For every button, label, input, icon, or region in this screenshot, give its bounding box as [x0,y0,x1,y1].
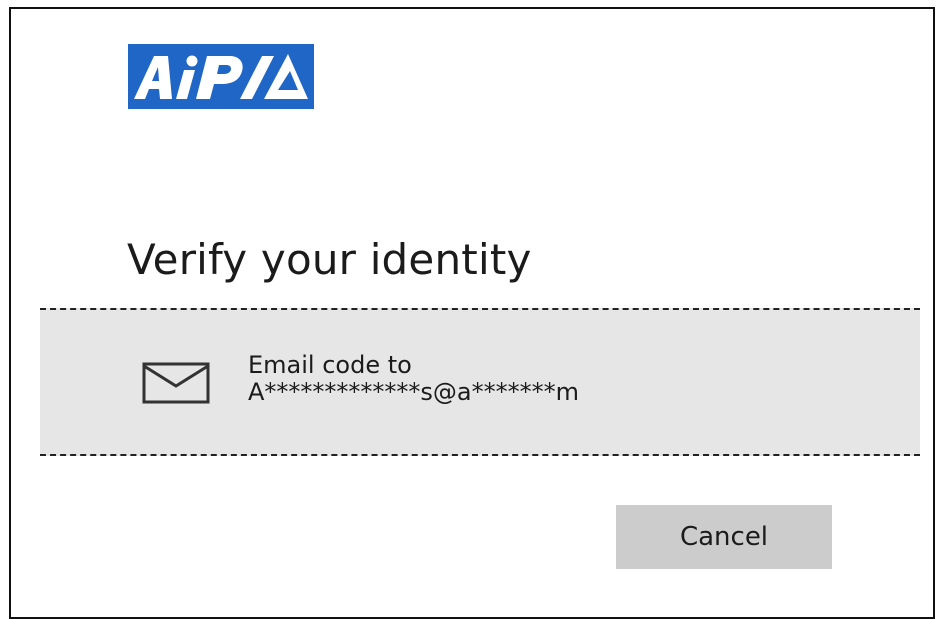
envelope-icon [142,362,210,404]
email-code-option[interactable]: Email code to A*************s@a*******m [40,308,920,456]
cancel-button[interactable]: Cancel [616,505,832,569]
email-option-label: Email code to [248,351,412,379]
masked-email-address: A*************s@a*******m [248,378,580,406]
email-option-text: Email code to A*************s@a*******m [248,352,579,406]
company-logo [128,44,314,109]
page-title: Verify your identity [127,235,532,284]
